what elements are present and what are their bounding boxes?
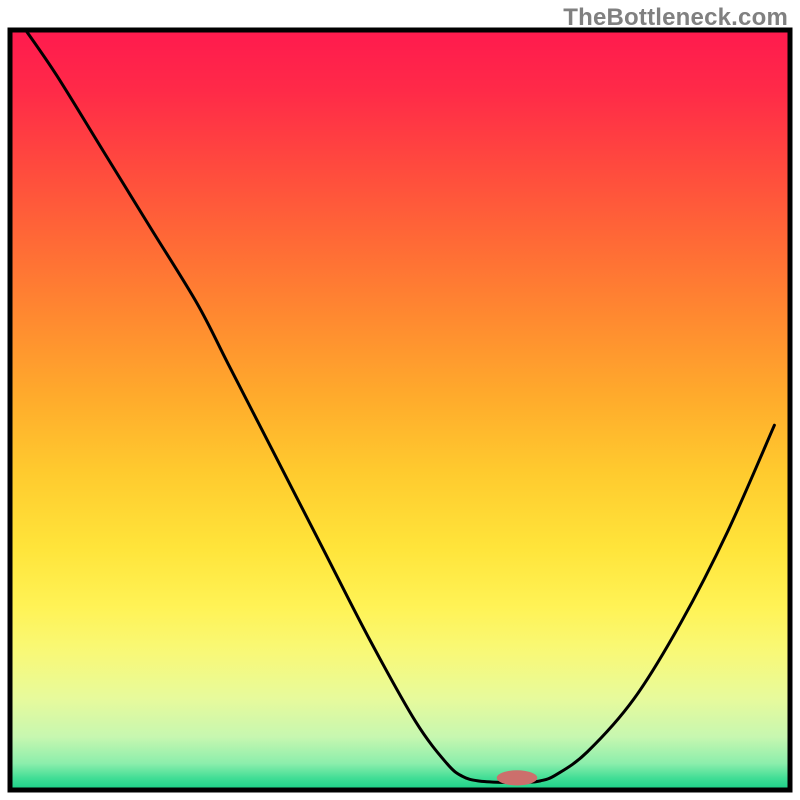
optimal-point-marker [497,770,538,785]
bottleneck-chart: TheBottleneck.com [0,0,800,800]
gradient-plot-area [10,30,790,790]
watermark-text: TheBottleneck.com [563,4,788,32]
plot-svg [0,0,800,800]
